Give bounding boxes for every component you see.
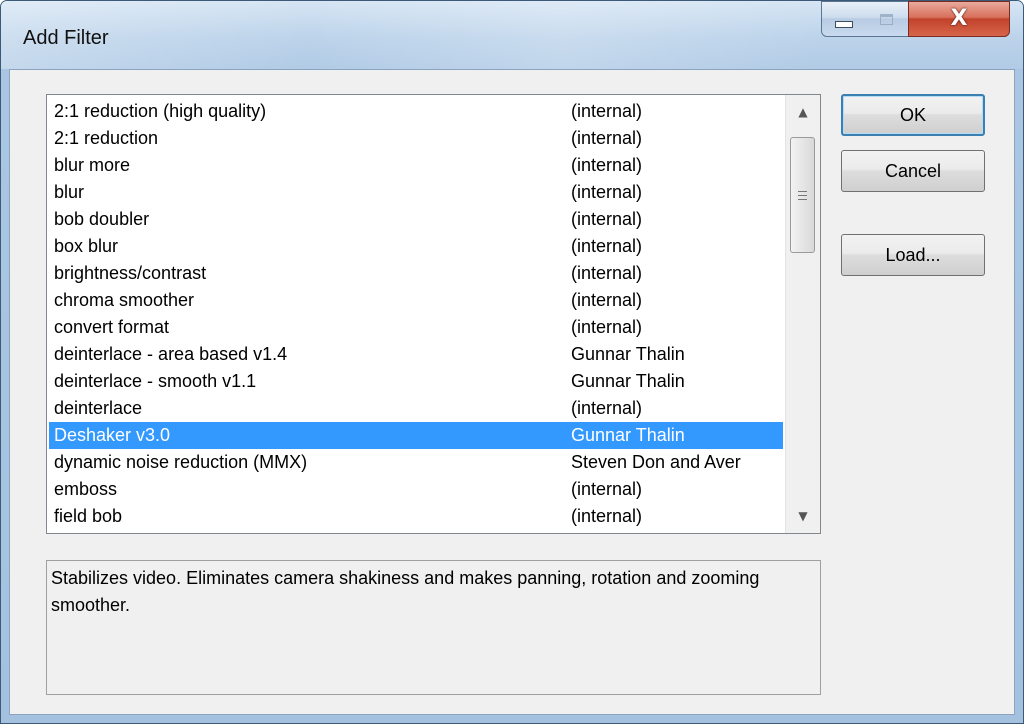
filter-author: (internal) [571, 398, 643, 418]
filter-author: (internal) [571, 209, 643, 229]
list-item[interactable]: dynamic noise reduction (MMX) Steven Don … [49, 449, 783, 476]
filter-name: deinterlace - area based v1.4 [54, 344, 288, 364]
maximize-icon [880, 13, 893, 25]
filter-author: Gunnar Thalin [571, 371, 685, 391]
filter-name: dynamic noise reduction (MMX) [54, 452, 308, 472]
list-item[interactable]: blur more (internal) [49, 152, 783, 179]
list-item[interactable]: brightness/contrast (internal) [49, 260, 783, 287]
scrollbar-thumb[interactable] [790, 137, 815, 253]
filter-name: box blur [54, 236, 119, 256]
filter-name: field bob [54, 506, 123, 526]
list-item[interactable]: deinterlace (internal) [49, 395, 783, 422]
filter-author: Gunnar Thalin [571, 344, 685, 364]
list-item[interactable]: bob doubler (internal) [49, 206, 783, 233]
close-icon: X [950, 6, 968, 31]
filter-author: (internal) [571, 263, 643, 283]
filter-author: (internal) [571, 128, 643, 148]
list-item[interactable]: 2:1 reduction (high quality) (internal) [49, 98, 783, 125]
load-button[interactable]: Load... [841, 234, 985, 276]
filter-name: brightness/contrast [54, 263, 207, 283]
list-item[interactable]: deinterlace - area based v1.4 Gunnar Thal… [49, 341, 783, 368]
maximize-button[interactable] [865, 1, 909, 37]
filter-name: deinterlace - smooth v1.1 [54, 371, 257, 391]
list-item[interactable]: box blur (internal) [49, 233, 783, 260]
dialog-client-area: 2:1 reduction (high quality) (internal) 2:… [9, 69, 1015, 715]
list-item-selected[interactable]: Deshaker v3.0 Gunnar Thalin [49, 422, 783, 449]
filter-name: chroma smoother [54, 290, 195, 310]
filter-list-rows: 2:1 reduction (high quality) (internal) 2:… [49, 98, 783, 533]
grip-icon [798, 190, 807, 200]
vertical-scrollbar[interactable]: ▲ ▼ [785, 95, 820, 533]
filter-name: convert format [54, 317, 170, 337]
filter-name: blur more [54, 155, 131, 175]
filter-author: (internal) [571, 236, 643, 256]
scroll-down-icon[interactable]: ▼ [786, 499, 820, 533]
filter-author: (internal) [571, 530, 783, 533]
filter-name: bob doubler [54, 209, 150, 229]
list-item[interactable]: field delay (internal) [49, 530, 783, 533]
minimize-button[interactable] [821, 1, 866, 37]
scroll-up-icon[interactable]: ▲ [786, 95, 820, 129]
filter-author: (internal) [571, 155, 643, 175]
filter-author: (internal) [571, 101, 643, 121]
filter-name: blur [54, 182, 85, 202]
cancel-button[interactable]: Cancel [841, 150, 985, 192]
filter-name: deinterlace [54, 398, 143, 418]
filter-name: Deshaker v3.0 [54, 425, 171, 445]
list-item[interactable]: chroma smoother (internal) [49, 287, 783, 314]
ok-button[interactable]: OK [841, 94, 985, 136]
filter-author: (internal) [571, 479, 643, 499]
filter-name: emboss [54, 479, 118, 499]
list-item[interactable]: field bob (internal) [49, 503, 783, 530]
filter-description: Stabilizes video. Eliminates camera shak… [46, 560, 821, 695]
window-title: Add Filter [23, 27, 109, 49]
add-filter-dialog: Add Filter X 2:1 reduction (high quality… [0, 0, 1024, 724]
title-bar[interactable]: Add Filter X [1, 1, 1023, 69]
filter-author: (internal) [571, 182, 643, 202]
list-item[interactable]: emboss (internal) [49, 476, 783, 503]
list-item[interactable]: deinterlace - smooth v1.1 Gunnar Thalin [49, 368, 783, 395]
list-item[interactable]: blur (internal) [49, 179, 783, 206]
filter-name: 2:1 reduction (high quality) [54, 101, 267, 121]
filter-list[interactable]: 2:1 reduction (high quality) (internal) 2:… [46, 94, 821, 534]
close-button[interactable]: X [908, 1, 1010, 37]
filter-author: Gunnar Thalin [571, 425, 685, 445]
list-item[interactable]: 2:1 reduction (internal) [49, 125, 783, 152]
list-item[interactable]: convert format (internal) [49, 314, 783, 341]
filter-author: (internal) [571, 317, 643, 337]
filter-author: (internal) [571, 290, 643, 310]
filter-author: (internal) [571, 506, 643, 526]
minimize-icon [834, 20, 853, 28]
filter-author: Steven Don and Aver [571, 452, 741, 472]
filter-name: 2:1 reduction [54, 128, 159, 148]
filter-name: field delay [54, 530, 135, 533]
